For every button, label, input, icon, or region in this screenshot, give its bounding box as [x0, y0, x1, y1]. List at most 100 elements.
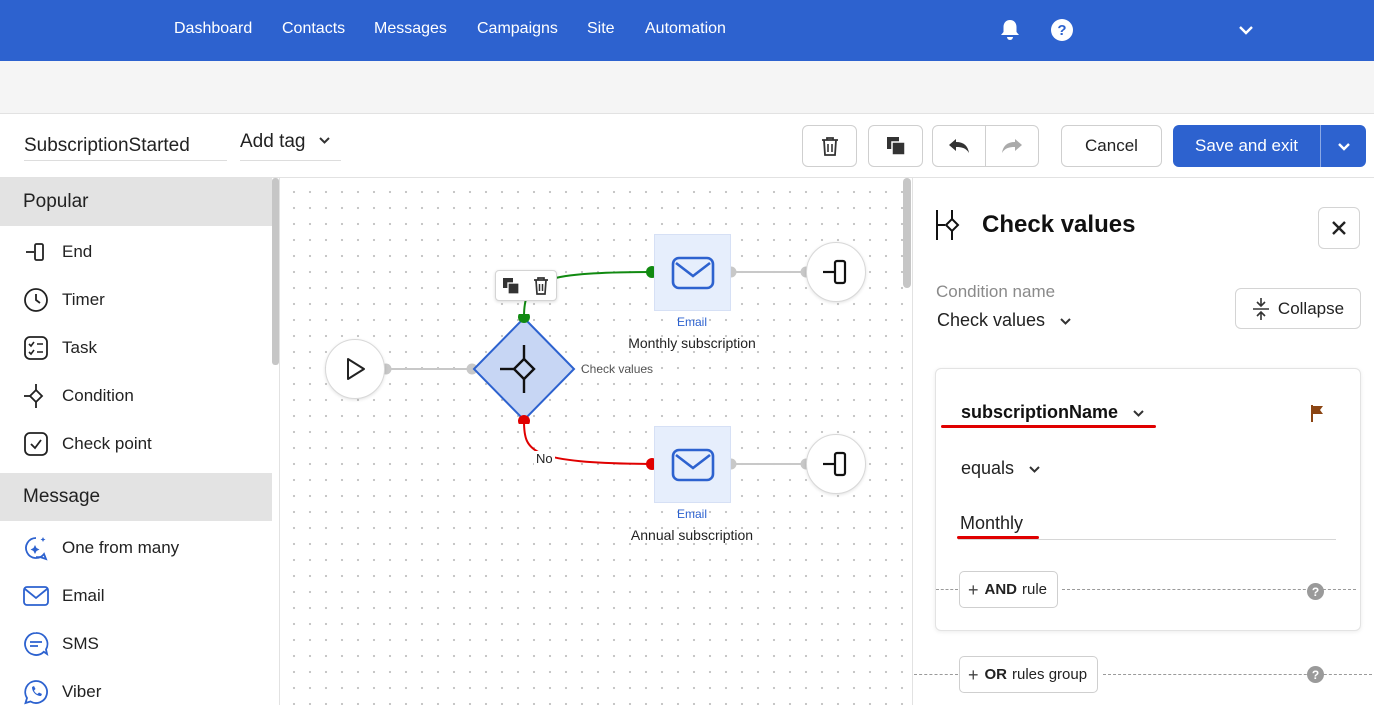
- undo-button[interactable]: [933, 126, 985, 166]
- section-popular: Popular: [0, 178, 272, 226]
- flow-name-input[interactable]: [24, 131, 227, 161]
- condition-name-dropdown[interactable]: Check values: [937, 310, 1072, 331]
- chevron-down-icon: [318, 137, 330, 144]
- condition-name-label: Condition name: [936, 282, 1056, 301]
- operator-select[interactable]: equals: [961, 458, 1041, 479]
- nav-messages[interactable]: Messages: [374, 20, 447, 38]
- divider-dashed: [936, 589, 958, 590]
- end-node-top[interactable]: [806, 242, 866, 302]
- field-underline-highlight: [941, 425, 1156, 428]
- start-node[interactable]: [325, 339, 385, 399]
- trash-icon: [821, 137, 838, 156]
- flag-icon[interactable]: [1307, 403, 1327, 423]
- condition-node[interactable]: [470, 314, 578, 424]
- add-tag-label: Add tag: [240, 131, 306, 152]
- email-node-annual[interactable]: [654, 426, 731, 503]
- section-message: Message: [0, 473, 272, 521]
- collapse-label: Collapse: [1277, 298, 1345, 318]
- operator-value: equals: [961, 458, 1015, 478]
- sparkle-chat-icon: [22, 534, 50, 562]
- help-icon[interactable]: ?: [1307, 583, 1324, 600]
- play-icon: [347, 358, 365, 380]
- sidebar-item-label: Email: [62, 586, 105, 605]
- or-keyword: OR: [984, 666, 1008, 683]
- cancel-button[interactable]: Cancel: [1061, 125, 1162, 167]
- nav-campaigns[interactable]: Campaigns: [477, 20, 558, 38]
- chevron-down-icon: [1060, 318, 1071, 325]
- sidebar-item-label: Timer: [62, 290, 105, 309]
- copy-icon: [503, 277, 520, 295]
- envelope-icon: [22, 582, 50, 610]
- duplicate-button[interactable]: [868, 125, 923, 167]
- component-sidebar: Popular End Timer Task Condition Check p…: [0, 178, 280, 705]
- redo-button[interactable]: [985, 126, 1038, 166]
- end-icon: [22, 238, 50, 266]
- sidebar-scrollbar[interactable]: [272, 178, 279, 365]
- chevron-down-icon: [1133, 410, 1144, 417]
- collapse-button[interactable]: Collapse: [1235, 288, 1361, 329]
- sidebar-item-label: SMS: [62, 634, 99, 653]
- sms-icon: [22, 630, 50, 658]
- save-options-dropdown[interactable]: [1320, 125, 1366, 167]
- field-select[interactable]: subscriptionName: [961, 402, 1145, 423]
- sidebar-item-label: Viber: [62, 682, 102, 701]
- delete-button[interactable]: [802, 125, 857, 167]
- sidebar-item-one-from-many[interactable]: One from many: [0, 524, 272, 572]
- top-navigation-bar: Dashboard Contacts Messages Campaigns Si…: [0, 0, 1374, 61]
- node-delete-button[interactable]: [529, 274, 553, 298]
- sidebar-item-timer[interactable]: Timer: [0, 276, 272, 324]
- node-copy-button[interactable]: [499, 274, 523, 298]
- envelope-icon: [671, 448, 714, 481]
- sidebar-item-email[interactable]: Email: [0, 572, 272, 620]
- chevron-down-icon: [1337, 142, 1350, 151]
- nav-contacts[interactable]: Contacts: [282, 20, 345, 38]
- and-rule-label: rule: [1022, 581, 1048, 598]
- nav-site[interactable]: Site: [587, 20, 615, 38]
- undo-redo-group: [932, 125, 1039, 167]
- end-node-bottom[interactable]: [806, 434, 866, 494]
- secondary-band: [0, 61, 1374, 114]
- close-panel-button[interactable]: [1318, 207, 1360, 249]
- account-chevron-down-icon[interactable]: [1234, 16, 1258, 44]
- copy-icon: [886, 137, 906, 156]
- sidebar-item-sms[interactable]: SMS: [0, 620, 272, 668]
- node-type-label: Email: [676, 315, 707, 329]
- plus-icon: +: [968, 664, 979, 685]
- save-and-exit-label: Save and exit: [1194, 136, 1298, 155]
- sidebar-item-label: End: [62, 242, 93, 261]
- sidebar-item-task[interactable]: Task: [0, 324, 272, 372]
- sidebar-item-end[interactable]: End: [0, 228, 272, 276]
- chevron-down-icon: [1029, 466, 1040, 473]
- panel-title: Check values: [982, 211, 1136, 238]
- email-node-monthly[interactable]: [654, 234, 731, 311]
- redo-icon: [1002, 139, 1022, 153]
- save-and-exit-button[interactable]: Save and exit: [1173, 125, 1366, 167]
- add-tag-dropdown[interactable]: Add tag: [240, 131, 341, 161]
- svg-text:?: ?: [1057, 22, 1066, 39]
- sidebar-item-check-point[interactable]: Check point: [0, 420, 272, 468]
- end-icon: [823, 451, 847, 477]
- nav-automation[interactable]: Automation: [645, 20, 726, 38]
- sidebar-item-viber[interactable]: Viber: [0, 668, 272, 705]
- nav-dashboard[interactable]: Dashboard: [174, 20, 252, 38]
- condition-name-value: Check values: [937, 310, 1046, 330]
- value-underline-highlight: [957, 536, 1039, 539]
- help-icon[interactable]: ?: [1307, 666, 1324, 683]
- plus-icon: +: [968, 579, 979, 600]
- help-icon[interactable]: ?: [1050, 16, 1074, 44]
- viber-icon: [22, 678, 50, 705]
- add-and-rule-button[interactable]: + AND rule: [959, 571, 1059, 608]
- bell-icon[interactable]: [998, 16, 1022, 44]
- add-or-rules-group-button[interactable]: + OR rules group: [959, 656, 1099, 693]
- and-keyword: AND: [984, 581, 1018, 598]
- condition-icon: [936, 210, 960, 240]
- sidebar-item-condition[interactable]: Condition: [0, 372, 272, 420]
- field-name-value: subscriptionName: [961, 402, 1119, 422]
- divider-dashed: [1103, 674, 1372, 675]
- canvas-scrollbar[interactable]: [903, 178, 911, 288]
- condition-icon: [22, 382, 50, 410]
- undo-icon: [949, 139, 969, 153]
- divider-dashed: [914, 674, 958, 675]
- collapse-icon: [1252, 297, 1270, 321]
- no-branch-label: No: [534, 451, 555, 466]
